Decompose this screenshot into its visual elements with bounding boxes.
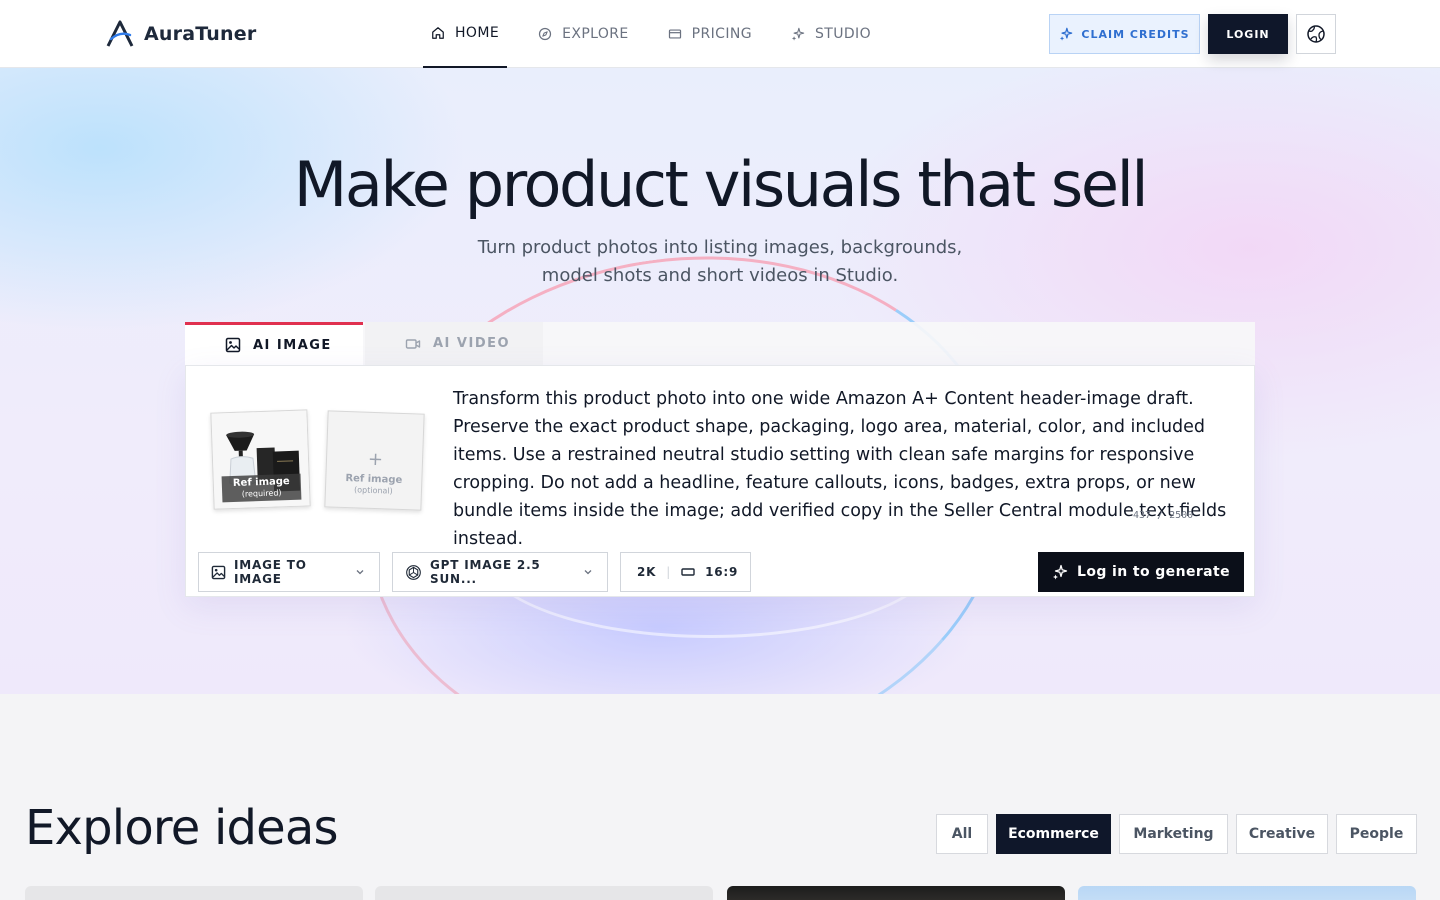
ref-image-required[interactable]: Ref image (required) — [210, 409, 311, 510]
sparkles-icon — [1053, 564, 1068, 580]
nav-item-label: STUDIO — [814, 26, 871, 42]
generator-panel: Ref image (required) + Ref image (option… — [185, 365, 1255, 597]
claim-credits-button[interactable]: CLAIM CREDITS — [1049, 14, 1200, 54]
chevron-down-icon — [584, 570, 592, 575]
ref-image-label: Ref image (required) — [221, 473, 302, 503]
video-icon — [405, 338, 421, 349]
filter-all[interactable]: All — [936, 814, 988, 854]
image-icon — [225, 337, 241, 353]
add-icon: + — [367, 448, 384, 471]
filter-ecommerce[interactable]: Ecommerce — [996, 814, 1111, 854]
top-header: AuraTuner HOME EXPLORE PRICING STUDIO CL… — [0, 0, 1440, 68]
filter-people[interactable]: People — [1336, 814, 1417, 854]
language-button[interactable] — [1296, 14, 1336, 54]
aura-logo-icon — [106, 20, 134, 47]
hero-title: Make product visuals that sell — [293, 148, 1149, 221]
model-select[interactable]: GPT IMAGE 2.5 SUN... — [392, 552, 608, 592]
generate-button[interactable]: Log in to generate — [1038, 552, 1244, 592]
globe-icon — [1307, 25, 1325, 43]
prompt-input[interactable]: Transform this product photo into one wi… — [453, 385, 1238, 553]
nav-item-home[interactable]: HOME — [423, 0, 508, 68]
home-icon — [432, 27, 444, 39]
brand-logo[interactable]: AuraTuner — [105, 20, 256, 48]
openai-icon — [406, 564, 421, 580]
filter-creative[interactable]: Creative — [1236, 814, 1328, 854]
nav-item-label: PRICING — [691, 26, 752, 42]
compass-icon — [538, 27, 552, 41]
image-icon — [211, 565, 226, 579]
hero-section: Make product visuals that sell Turn prod… — [0, 68, 1440, 694]
divider: | — [666, 565, 672, 579]
ref-image-label: Ref image (optional) — [334, 471, 414, 500]
aspect-label: 16:9 — [705, 565, 739, 579]
sparkles-icon — [1060, 27, 1073, 41]
tab-ai-image[interactable]: AI IMAGE — [185, 322, 363, 365]
nav-item-label: HOME — [455, 25, 500, 41]
idea-card[interactable] — [1078, 886, 1416, 900]
char-counter: 437 / 2500 — [1133, 510, 1194, 521]
claim-credits-label: CLAIM CREDITS — [1081, 27, 1190, 41]
card-icon — [668, 29, 681, 39]
mode-label: IMAGE TO IMAGE — [234, 558, 307, 586]
login-label: LOGIN — [1226, 27, 1270, 41]
resolution-label: 2K — [637, 565, 657, 579]
tab-label: AI VIDEO — [433, 336, 511, 351]
nav-item-explore[interactable]: EXPLORE — [530, 0, 637, 68]
nav-item-label: EXPLORE — [562, 26, 629, 42]
mode-select[interactable]: IMAGE TO IMAGE — [198, 552, 380, 592]
tab-ai-video[interactable]: AI VIDEO — [365, 322, 543, 365]
generate-label: Log in to generate — [1077, 564, 1230, 580]
brand-name: AuraTuner — [144, 23, 257, 45]
ref-image-optional[interactable]: + Ref image (optional) — [324, 410, 425, 511]
explore-title: Explore ideas — [25, 800, 339, 856]
filter-marketing[interactable]: Marketing — [1119, 814, 1228, 854]
aspect-ratio-icon — [681, 568, 695, 576]
hero-subtitle: Turn product photos into listing images,… — [477, 237, 963, 286]
chevron-down-icon — [356, 570, 364, 575]
tab-label: AI IMAGE — [253, 337, 332, 353]
nav-item-pricing[interactable]: PRICING — [660, 0, 760, 68]
category-filters: All Ecommerce Marketing Creative People — [936, 814, 1417, 854]
idea-card[interactable] — [375, 886, 713, 900]
idea-card[interactable] — [727, 886, 1065, 900]
generator-tabs: AI IMAGE AI VIDEO — [185, 322, 1255, 365]
idea-card[interactable] — [25, 886, 363, 900]
model-label: GPT IMAGE 2.5 SUN... — [430, 558, 541, 586]
sparkles-icon — [791, 27, 805, 41]
nav-item-studio[interactable]: STUDIO — [783, 0, 879, 68]
main-nav: HOME EXPLORE PRICING STUDIO — [423, 0, 902, 68]
resolution-aspect-select[interactable]: 2K | 16:9 — [620, 552, 751, 592]
login-button[interactable]: LOGIN — [1208, 14, 1288, 54]
